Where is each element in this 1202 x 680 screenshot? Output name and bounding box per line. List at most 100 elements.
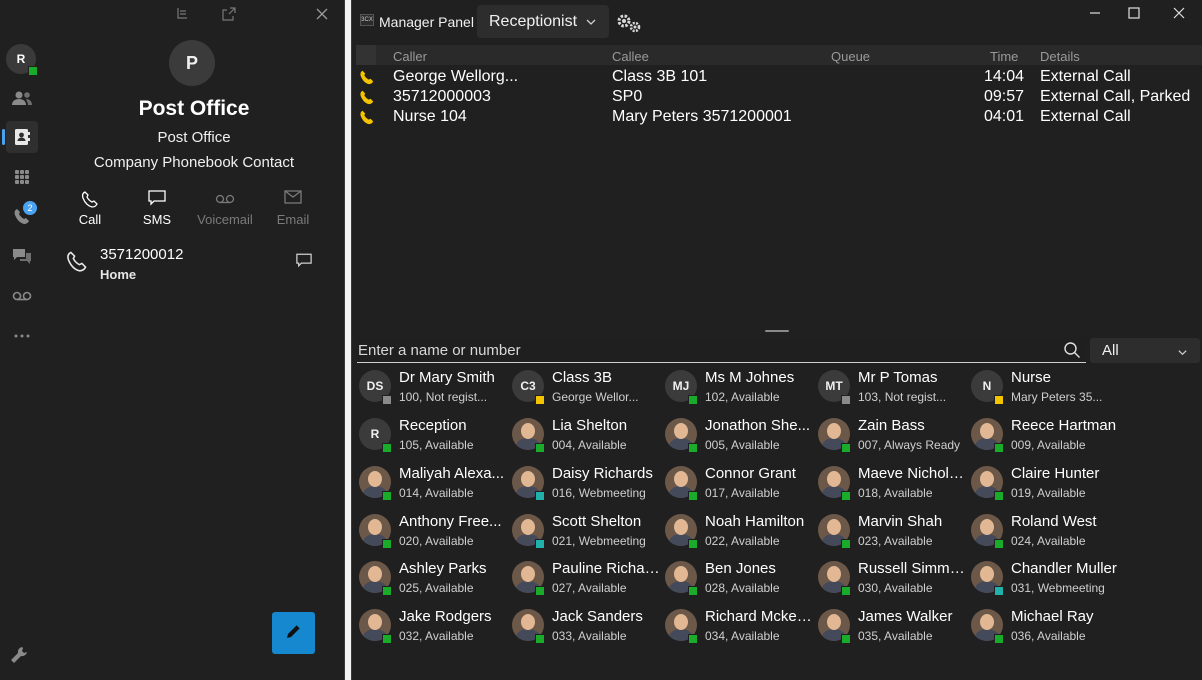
chat-icon[interactable] (6, 240, 38, 272)
search-icon[interactable] (1063, 341, 1081, 359)
contact-card[interactable]: Chandler Muller 031, Webmeeting (969, 559, 1119, 603)
contact-card[interactable]: Daisy Richards 016, Webmeeting (510, 464, 660, 508)
people-icon[interactable] (6, 82, 38, 114)
contact-card[interactable]: Ben Jones 028, Available (663, 559, 813, 603)
contact-card[interactable]: Lia Shelton 004, Available (510, 416, 660, 460)
contact-card[interactable]: Zain Bass 007, Always Ready (816, 416, 966, 460)
contact-card[interactable]: Ashley Parks 025, Available (357, 559, 507, 603)
contact-card[interactable]: Marvin Shah 023, Available (816, 512, 966, 556)
contact-card-name: Chandler Muller (1011, 560, 1117, 577)
contact-card[interactable]: MT Mr P Tomas 103, Not regist... (816, 368, 966, 412)
presence-status-indicator (688, 491, 698, 501)
sms-action-button[interactable]: SMS (129, 190, 185, 227)
presence-status-indicator (688, 443, 698, 453)
column-details[interactable]: Details (1040, 49, 1080, 64)
message-icon[interactable] (296, 253, 314, 271)
contact-card-name: Mr P Tomas (858, 369, 938, 386)
contact-card[interactable]: Noah Hamilton 022, Available (663, 512, 813, 556)
presence-status-indicator (994, 586, 1004, 596)
contact-type: Company Phonebook Contact (93, 154, 295, 171)
edit-button[interactable] (272, 612, 315, 654)
column-queue[interactable]: Queue (831, 49, 870, 64)
contact-card-status: 020, Available (399, 534, 474, 548)
contact-card-status: 004, Available (552, 438, 627, 452)
contact-card[interactable]: Jonathon She... 005, Available (663, 416, 813, 460)
contact-card[interactable]: MJ Ms M Johnes 102, Available (663, 368, 813, 412)
pane-splitter[interactable] (765, 330, 789, 332)
contact-card[interactable]: Connor Grant 017, Available (663, 464, 813, 508)
phone-number-row[interactable]: 3571200012 Home (66, 246, 326, 286)
contact-card[interactable]: Richard Mcken... 034, Available (663, 607, 815, 651)
contact-card-name: Russell Simmo... (858, 560, 968, 577)
voicemail-icon (197, 190, 253, 210)
avatar-photo-face (521, 566, 535, 582)
contact-card-status: 103, Not regist... (858, 390, 947, 404)
avatar-photo-face (674, 423, 688, 439)
presence-status-indicator (382, 395, 392, 405)
presence-status-indicator (535, 586, 545, 596)
call-row[interactable]: George Wellorg... Class 3B 101 14:04 Ext… (356, 67, 1202, 87)
contacts-icon[interactable] (2, 121, 38, 153)
call-caller: Nurse 104 (393, 108, 467, 125)
voicemail-rail-icon[interactable] (6, 280, 38, 312)
call-row[interactable]: 35712000003 SP0 09:57 External Call, Par… (356, 87, 1202, 107)
contact-card[interactable]: Claire Hunter 019, Available (969, 464, 1119, 508)
voicemail-action-label: Voicemail (197, 212, 253, 227)
contact-card[interactable]: Michael Ray 036, Available (969, 607, 1119, 651)
contact-card-name: Marvin Shah (858, 513, 943, 530)
presence-status-indicator (841, 539, 851, 549)
presence-status-indicator (535, 634, 545, 644)
contact-card[interactable]: Anthony Free... 020, Available (357, 512, 507, 556)
column-caller[interactable]: Caller (393, 49, 427, 64)
column-time[interactable]: Time (990, 49, 1018, 64)
presence-status-indicator (535, 395, 545, 405)
avatar-photo-face (674, 614, 688, 630)
dialpad-icon[interactable] (6, 161, 38, 193)
close-window-icon[interactable] (1164, 4, 1194, 22)
contact-card[interactable]: Reece Hartman 009, Available (969, 416, 1119, 460)
contact-card[interactable]: Maliyah Alexa... 014, Available (357, 464, 507, 508)
column-callee[interactable]: Callee (612, 49, 649, 64)
popout-icon[interactable] (219, 4, 239, 24)
email-action-button[interactable]: Email (265, 190, 321, 227)
contact-card[interactable]: James Walker 035, Available (816, 607, 966, 651)
contact-card[interactable]: N Nurse Mary Peters 35... (969, 368, 1119, 412)
contact-card[interactable]: Maeve Nichols... 018, Available (816, 464, 968, 508)
filter-dropdown[interactable]: All (1090, 338, 1200, 363)
contact-card-name: Jake Rodgers (399, 608, 492, 625)
contact-card[interactable]: C3 Class 3B George Wellor... (510, 368, 660, 412)
contact-card-status: 036, Available (1011, 629, 1086, 643)
contact-card[interactable]: DS Dr Mary Smith 100, Not regist... (357, 368, 507, 412)
call-row[interactable]: Nurse 104 Mary Peters 3571200001 04:01 E… (356, 107, 1202, 127)
more-icon[interactable] (6, 320, 38, 352)
contact-card[interactable]: Russell Simmo... 030, Available (816, 559, 968, 603)
contact-card-status: 007, Always Ready (858, 438, 961, 452)
active-call-icon (359, 69, 375, 85)
contact-card[interactable]: Roland West 024, Available (969, 512, 1119, 556)
gears-icon[interactable] (615, 12, 643, 34)
settings-wrench-icon[interactable] (10, 646, 30, 666)
maximize-icon[interactable] (1119, 4, 1149, 22)
presence-status-indicator (535, 539, 545, 549)
call-action-button[interactable]: Call (62, 190, 118, 227)
contact-card-status: 100, Not regist... (399, 390, 488, 404)
contact-avatar: P (169, 40, 215, 86)
avatar-photo-face (980, 423, 994, 439)
voicemail-action-button[interactable]: Voicemail (197, 190, 253, 227)
close-icon[interactable] (312, 4, 332, 24)
contact-card-name: Class 3B (552, 369, 613, 386)
contact-card[interactable]: R Reception 105, Available (357, 416, 507, 460)
contact-card-status: 014, Available (399, 486, 474, 500)
contact-card-name: Michael Ray (1011, 608, 1094, 625)
pin-icon[interactable] (172, 4, 192, 24)
app-title: Manager Panel (379, 14, 474, 30)
contact-card[interactable]: Jack Sanders 033, Available (510, 607, 660, 651)
contact-card[interactable]: Scott Shelton 021, Webmeeting (510, 512, 660, 556)
contact-card[interactable]: Jake Rodgers 032, Available (357, 607, 507, 651)
minimize-icon[interactable] (1080, 4, 1110, 22)
search-input[interactable] (357, 338, 1057, 362)
view-selector[interactable]: Receptionist (477, 5, 609, 38)
contact-card[interactable]: Pauline Richards 027, Available (510, 559, 662, 603)
avatar-photo-face (827, 519, 841, 535)
user-avatar[interactable]: R (6, 44, 38, 76)
